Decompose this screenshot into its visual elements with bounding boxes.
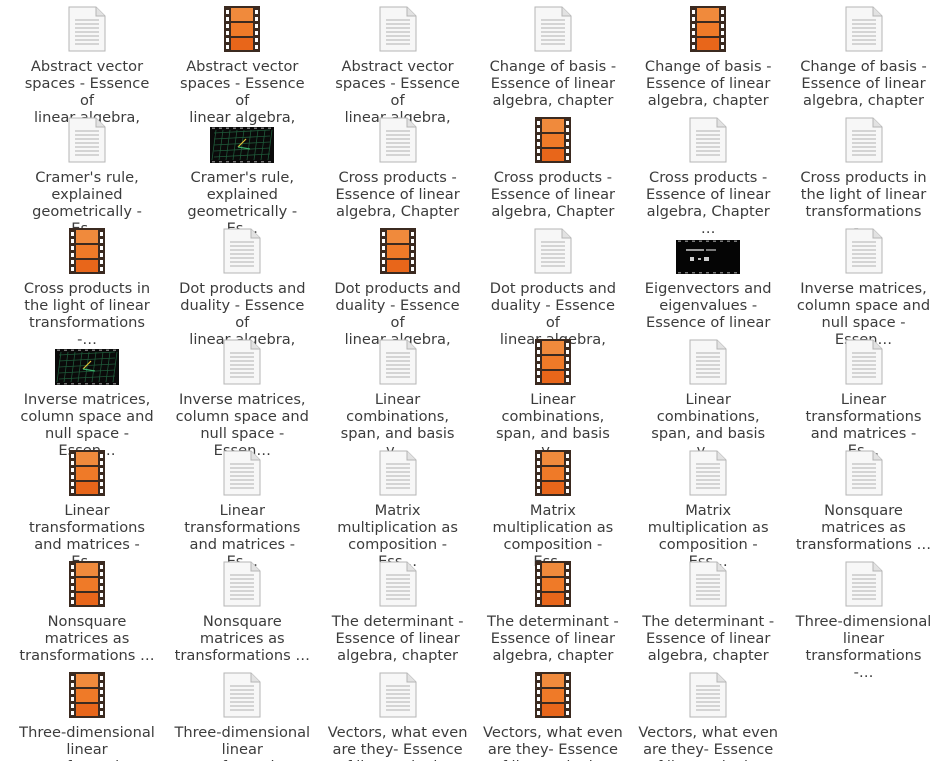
file-item[interactable]: The determinant - Essence of linear alge… bbox=[483, 559, 623, 681]
video-thumbnail-dark-icon bbox=[676, 226, 741, 274]
document-icon bbox=[210, 559, 274, 607]
document-icon bbox=[832, 448, 896, 496]
document-icon bbox=[366, 559, 430, 607]
document-icon bbox=[210, 226, 274, 274]
document-icon bbox=[832, 4, 896, 52]
document-icon bbox=[366, 448, 430, 496]
file-item[interactable]: Linear combinations, span, and basis v… bbox=[328, 337, 468, 459]
file-item[interactable]: Matrix multiplication as composition - E… bbox=[483, 448, 623, 570]
document-icon bbox=[366, 4, 430, 52]
file-item[interactable]: The determinant - Essence of linear alge… bbox=[638, 559, 778, 681]
video-file-icon bbox=[521, 559, 585, 607]
file-name-label: Nonsquare matrices as transformations … bbox=[174, 613, 310, 664]
video-file-icon bbox=[521, 337, 585, 385]
document-icon bbox=[210, 448, 274, 496]
video-file-icon bbox=[676, 4, 740, 52]
file-item[interactable]: Cross products in the light of linear tr… bbox=[794, 115, 934, 237]
document-icon bbox=[521, 4, 585, 52]
file-item[interactable]: Cramer's rule, explained geometrically -… bbox=[172, 115, 312, 237]
video-file-icon bbox=[366, 226, 430, 274]
document-icon bbox=[832, 226, 896, 274]
document-icon bbox=[832, 559, 896, 607]
file-item[interactable]: Vectors, what even are they- Essence of … bbox=[638, 670, 778, 761]
document-icon bbox=[366, 115, 430, 163]
file-item[interactable]: Cross products - Essence of linear algeb… bbox=[483, 115, 623, 237]
file-item[interactable]: Inverse matrices, column space and null … bbox=[17, 337, 157, 459]
file-item[interactable]: Linear combinations, span, and basis v… bbox=[638, 337, 778, 459]
file-item[interactable]: Eigenvectors and eigenvalues - Essence o… bbox=[638, 226, 778, 348]
file-item[interactable]: Linear combinations, span, and basis v… bbox=[483, 337, 623, 459]
document-icon bbox=[210, 337, 274, 385]
file-icon-grid: Abstract vector spaces - Essence of line… bbox=[0, 0, 941, 761]
file-item[interactable]: Cramer's rule, explained geometrically -… bbox=[17, 115, 157, 237]
file-item[interactable]: Inverse matrices, column space and null … bbox=[172, 337, 312, 459]
document-icon bbox=[366, 337, 430, 385]
video-file-icon bbox=[521, 670, 585, 718]
file-item[interactable]: Nonsquare matrices as transformations … bbox=[17, 559, 157, 664]
video-file-icon bbox=[55, 226, 119, 274]
file-name-label: Vectors, what even are they- Essence of … bbox=[483, 724, 623, 761]
file-name-label: Three-dimensional linear transformations bbox=[174, 724, 311, 761]
file-item[interactable]: Change of basis - Essence of linear alge… bbox=[483, 4, 623, 126]
document-icon bbox=[55, 4, 119, 52]
video-file-icon bbox=[210, 4, 274, 52]
file-item[interactable]: The determinant - Essence of linear alge… bbox=[328, 559, 468, 681]
document-icon bbox=[676, 448, 740, 496]
file-item[interactable]: Nonsquare matrices as transformations … bbox=[172, 559, 312, 664]
file-item[interactable]: Three-dimensional linear transformations… bbox=[794, 559, 934, 681]
file-item[interactable]: Matrix multiplication as composition - E… bbox=[328, 448, 468, 570]
file-item[interactable]: Vectors, what even are they- Essence of … bbox=[328, 670, 468, 761]
file-item[interactable]: Three-dimensional linear transformations bbox=[172, 670, 312, 761]
file-name-label: Nonsquare matrices as transformations … bbox=[795, 502, 932, 553]
file-item[interactable]: Change of basis - Essence of linear alge… bbox=[794, 4, 934, 126]
document-icon bbox=[366, 670, 430, 718]
document-icon bbox=[832, 115, 896, 163]
file-item[interactable]: Cross products - Essence of linear algeb… bbox=[328, 115, 468, 237]
file-item[interactable]: Cross products in the light of linear tr… bbox=[17, 226, 157, 348]
document-icon bbox=[521, 226, 585, 274]
file-item[interactable]: Change of basis - Essence of linear alge… bbox=[638, 4, 778, 126]
video-file-icon bbox=[521, 448, 585, 496]
video-thumbnail-grid-icon bbox=[55, 337, 119, 385]
document-icon bbox=[676, 337, 740, 385]
file-item[interactable]: Matrix multiplication as composition - E… bbox=[638, 448, 778, 570]
video-file-icon bbox=[521, 115, 585, 163]
file-name-label: Nonsquare matrices as transformations … bbox=[19, 613, 155, 664]
video-file-icon bbox=[55, 559, 119, 607]
file-item[interactable]: Nonsquare matrices as transformations … bbox=[794, 448, 934, 553]
document-icon bbox=[676, 115, 740, 163]
file-item[interactable]: Three-dimensional linear transformations bbox=[17, 670, 157, 761]
document-icon bbox=[832, 337, 896, 385]
video-file-icon bbox=[55, 670, 119, 718]
document-icon bbox=[55, 115, 119, 163]
document-icon bbox=[676, 670, 740, 718]
file-item[interactable]: Vectors, what even are they- Essence of … bbox=[483, 670, 623, 761]
file-item[interactable]: Cross products - Essence of linear algeb… bbox=[638, 115, 778, 237]
file-item[interactable]: Linear transformations and matrices - Es… bbox=[794, 337, 934, 459]
video-thumbnail-grid-icon bbox=[210, 115, 275, 163]
document-icon bbox=[676, 559, 740, 607]
file-item[interactable]: Linear transformations and matrices - Es… bbox=[172, 448, 312, 570]
video-file-icon bbox=[55, 448, 119, 496]
file-item[interactable]: Inverse matrices, column space and null … bbox=[794, 226, 934, 348]
document-icon bbox=[210, 670, 274, 718]
file-name-label: Three-dimensional linear transformations bbox=[19, 724, 155, 761]
file-name-label: Vectors, what even are they- Essence of … bbox=[327, 724, 468, 761]
file-name-label: Three-dimensional linear transformations… bbox=[795, 613, 932, 681]
file-name-label: Vectors, what even are they- Essence of … bbox=[638, 724, 779, 761]
file-item[interactable]: Linear transformations and matrices - Es… bbox=[17, 448, 157, 570]
